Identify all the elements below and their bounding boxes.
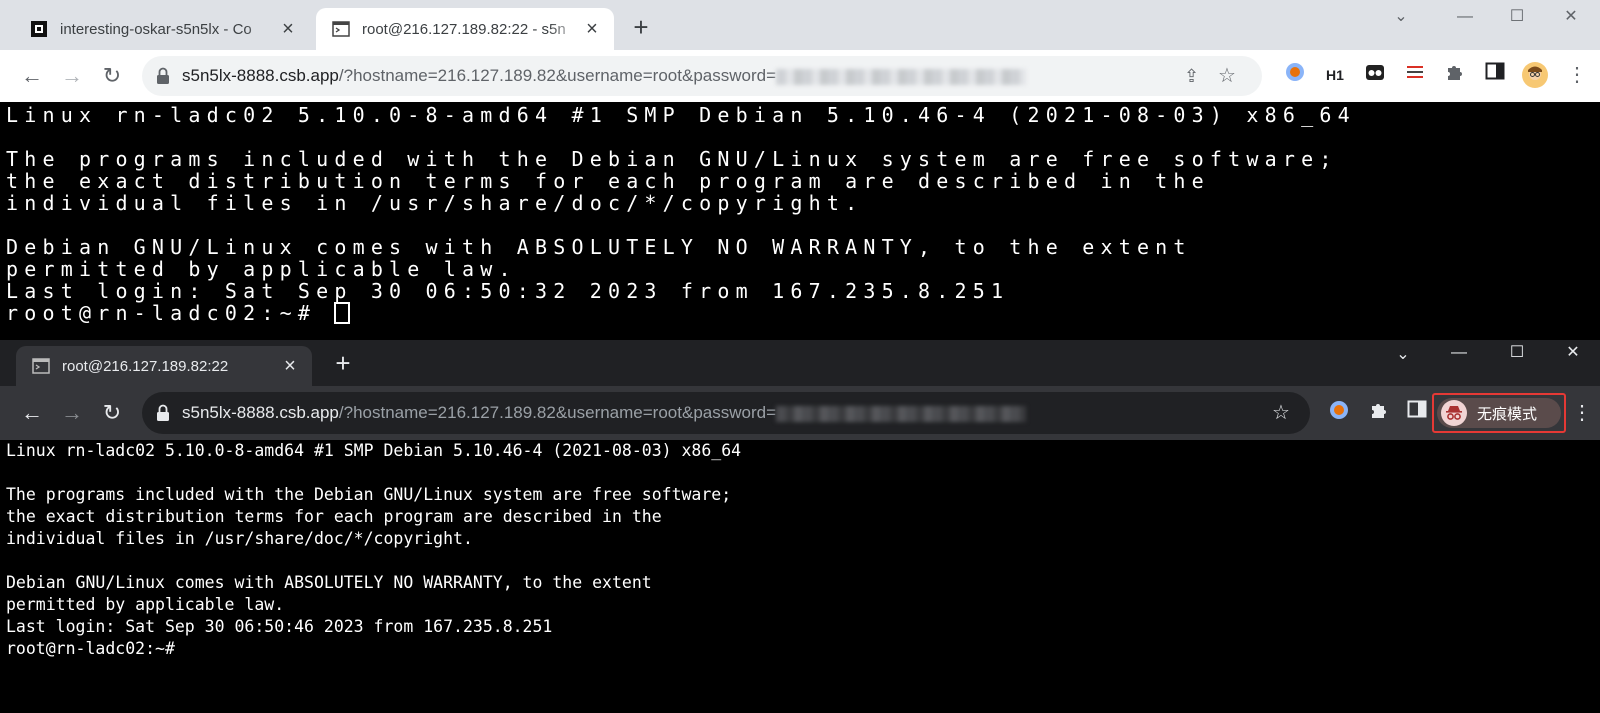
close-window-button[interactable]: ✕	[1548, 4, 1594, 30]
close-tab-icon[interactable]: ×	[278, 19, 298, 39]
reload-button[interactable]: ↻	[98, 399, 126, 427]
forward-button[interactable]: →	[58, 399, 86, 427]
browser-toolbar: ← → ↻ s5n5lx-8888.csb.app/?hostname=216.…	[0, 50, 1600, 102]
terminal-line: permitted by applicable law.	[6, 257, 517, 281]
tab-label: interesting-oskar-s5n5lx - Co	[60, 20, 252, 38]
reload-button[interactable]: ↻	[98, 62, 126, 90]
puzzle-icon[interactable]	[1442, 62, 1468, 88]
terminal-line: individual files in /usr/share/doc/*/cop…	[6, 191, 864, 215]
more-menu-icon[interactable]: ⋮	[1572, 400, 1592, 426]
share-icon[interactable]: ⇪	[1184, 66, 1204, 86]
address-bar[interactable]: s5n5lx-8888.csb.app/?hostname=216.127.18…	[142, 392, 1310, 434]
url-path: /?hostname=216.127.189.82&username=root&…	[338, 403, 777, 422]
forward-button[interactable]: →	[58, 62, 86, 90]
bookmark-star-icon[interactable]: ☆	[1218, 65, 1240, 87]
close-window-button[interactable]: ✕	[1550, 340, 1596, 366]
h1-extension-icon[interactable]: H1	[1322, 62, 1348, 88]
browser-window-1: interesting-oskar-s5n5lx - Co × root@216…	[0, 0, 1600, 340]
minimize-button[interactable]: —	[1436, 340, 1482, 366]
browser-window-2-incognito: root@216.127.189.82:22 × + ⌄ — ☐ ✕ ← → ↻…	[0, 340, 1600, 713]
more-menu-icon[interactable]: ⋮	[1564, 62, 1590, 88]
terminal-prompt-line: root@rn-ladc02:~#	[6, 302, 1600, 324]
terminal-prompt: root@rn-ladc02:~#	[6, 301, 335, 325]
incognito-indicator[interactable]: 无痕模式	[1432, 393, 1566, 433]
url-host: s5n5lx-8888.csb.app	[182, 66, 339, 85]
back-button[interactable]: ←	[18, 62, 46, 90]
codesandbox-icon	[31, 21, 47, 37]
url-text: s5n5lx-8888.csb.app/?hostname=216.127.18…	[182, 403, 1027, 423]
incognito-label: 无痕模式	[1477, 405, 1538, 423]
terminal-line: Linux rn-ladc02 5.10.0-8-amd64 #1 SMP De…	[6, 441, 742, 460]
tab-terminal[interactable]: root@216.127.189.82:22 ×	[16, 346, 312, 386]
maximize-button[interactable]: ☐	[1494, 340, 1540, 366]
terminal-cursor	[334, 302, 351, 324]
back-button[interactable]: ←	[18, 399, 46, 427]
terminal-line: permitted by applicable law.	[6, 595, 285, 614]
maximize-button[interactable]: ☐	[1494, 4, 1540, 30]
url-text: s5n5lx-8888.csb.app/?hostname=216.127.18…	[182, 66, 1027, 86]
tab-terminal[interactable]: root@216.127.189.82:22 - s5n ×	[316, 8, 614, 50]
lock-icon	[157, 404, 169, 421]
terminal-icon	[332, 21, 350, 37]
incognito-glasses-extension-icon[interactable]	[1362, 62, 1388, 88]
tab-label: root@216.127.189.82:22 - s5n	[362, 20, 566, 38]
incognito-icon	[1441, 400, 1467, 426]
terminal-line: The programs included with the Debian GN…	[6, 485, 732, 504]
new-tab-button[interactable]: +	[332, 350, 354, 376]
record-extension-icon[interactable]	[1282, 62, 1308, 88]
terminal-line: Last login: Sat Sep 30 06:50:46 2023 fro…	[6, 617, 553, 636]
lock-icon	[157, 67, 169, 84]
tab-codesandbox[interactable]: interesting-oskar-s5n5lx - Co ×	[14, 8, 310, 50]
address-bar[interactable]: s5n5lx-8888.csb.app/?hostname=216.127.18…	[142, 56, 1262, 96]
terminal-line: Debian GNU/Linux comes with ABSOLUTELY N…	[6, 573, 652, 592]
puzzle-icon[interactable]	[1366, 400, 1392, 426]
terminal-icon	[32, 358, 50, 374]
incognito-chip: 无痕模式	[1437, 398, 1561, 428]
terminal-line: Debian GNU/Linux comes with ABSOLUTELY N…	[6, 235, 1192, 259]
redacted-password	[776, 68, 1027, 85]
close-tab-icon[interactable]: ×	[582, 19, 602, 39]
side-panel-icon[interactable]	[1404, 400, 1430, 426]
tab-strip: interesting-oskar-s5n5lx - Co × root@216…	[0, 0, 1600, 50]
terminal-line: individual files in /usr/share/doc/*/cop…	[6, 529, 473, 548]
tab-search-chevron-icon[interactable]: ⌄	[1378, 4, 1424, 30]
terminal-line: The programs included with the Debian GN…	[6, 147, 1338, 171]
terminal-line: Linux rn-ladc02 5.10.0-8-amd64 #1 SMP De…	[6, 103, 1356, 127]
record-extension-icon[interactable]	[1326, 400, 1352, 426]
terminal-line: the exact distribution terms for each pr…	[6, 507, 662, 526]
minimize-button[interactable]: —	[1442, 4, 1488, 30]
url-path: /?hostname=216.127.189.82&username=root&…	[338, 66, 777, 85]
sliders-extension-icon[interactable]	[1402, 62, 1428, 88]
side-panel-icon[interactable]	[1482, 62, 1508, 88]
bookmark-star-icon[interactable]: ☆	[1272, 402, 1294, 424]
browser-toolbar: ← → ↻ s5n5lx-8888.csb.app/?hostname=216.…	[0, 386, 1600, 440]
url-host: s5n5lx-8888.csb.app	[182, 403, 339, 422]
terminal-prompt: root@rn-ladc02:~#	[6, 639, 175, 658]
redacted-password	[776, 405, 1027, 422]
tab-label: root@216.127.189.82:22	[62, 357, 229, 375]
tab-search-chevron-icon[interactable]: ⌄	[1380, 342, 1426, 368]
close-tab-icon[interactable]: ×	[280, 355, 300, 378]
terminal-output[interactable]: Linux rn-ladc02 5.10.0-8-amd64 #1 SMP De…	[6, 104, 1600, 336]
new-tab-button[interactable]: +	[630, 14, 652, 40]
terminal-line: Last login: Sat Sep 30 06:50:32 2023 fro…	[6, 279, 1010, 303]
terminal-output[interactable]: Linux rn-ladc02 5.10.0-8-amd64 #1 SMP De…	[6, 440, 1600, 713]
terminal-line: the exact distribution terms for each pr…	[6, 169, 1210, 193]
profile-avatar[interactable]	[1522, 62, 1548, 88]
tab-strip: root@216.127.189.82:22 × + ⌄ — ☐ ✕	[0, 340, 1600, 386]
